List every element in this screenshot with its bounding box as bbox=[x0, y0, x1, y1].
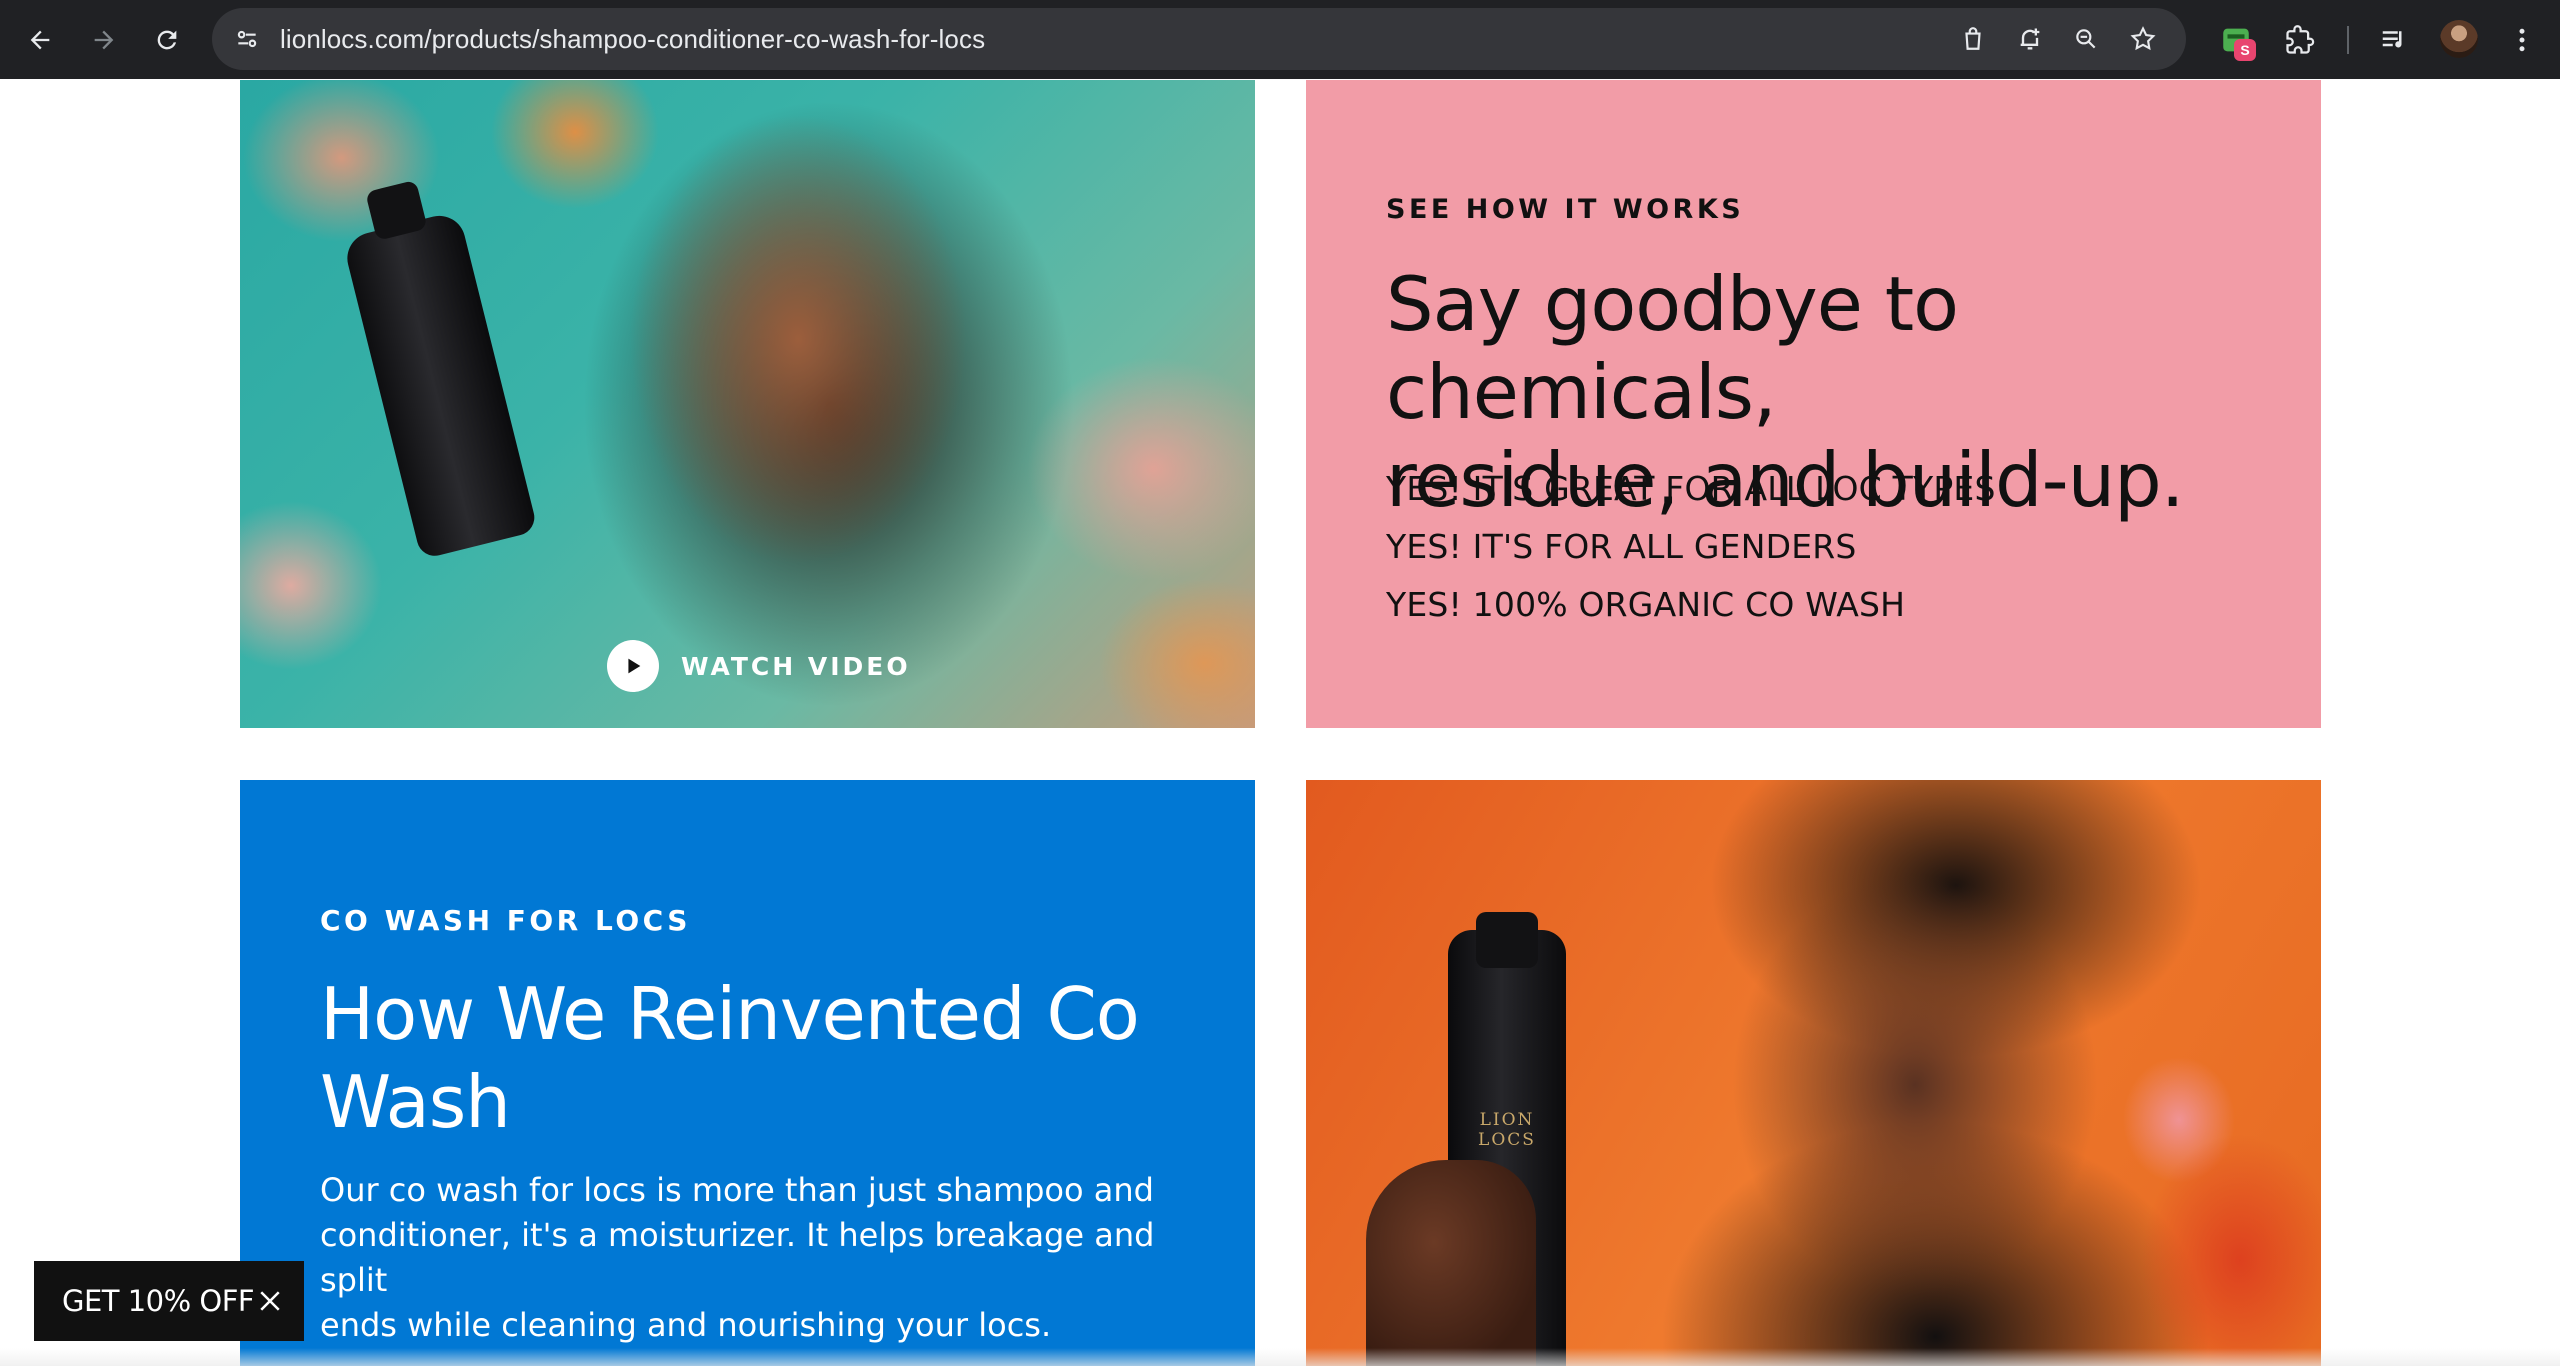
profile-avatar[interactable] bbox=[2440, 20, 2478, 58]
benefit-item: YES! 100% ORGANIC CO WASH bbox=[1386, 585, 1906, 624]
url-text[interactable]: lionlocs.com/products/shampoo-conditione… bbox=[280, 8, 985, 70]
headline-line: Wash bbox=[320, 1060, 511, 1144]
product-photo: LION LOCS bbox=[1306, 780, 2321, 1366]
media-control-icon[interactable] bbox=[2372, 18, 2416, 62]
hand-image bbox=[1366, 1160, 1536, 1366]
menu-kebab-icon[interactable] bbox=[2500, 18, 2544, 62]
reload-button[interactable] bbox=[143, 16, 191, 64]
extension-badge: S bbox=[2234, 39, 2256, 61]
body-line: Our co wash for locs is more than just s… bbox=[320, 1171, 1154, 1209]
watch-video-button[interactable]: WATCH VIDEO bbox=[607, 640, 911, 692]
co-wash-card: CO WASH FOR LOCS How We Reinvented Co Wa… bbox=[240, 780, 1255, 1366]
how-it-works-card: SEE HOW IT WORKS Say goodbye to chemical… bbox=[1306, 80, 2321, 728]
address-bar[interactable]: lionlocs.com/products/shampoo-conditione… bbox=[212, 8, 2186, 70]
section-eyebrow: SEE HOW IT WORKS bbox=[1386, 194, 1745, 225]
video-card[interactable]: WATCH VIDEO bbox=[240, 80, 1255, 728]
benefits-list: YES! IT'S GREAT FOR ALL LOC TYPES YES! I… bbox=[1386, 460, 1996, 634]
back-arrow-icon bbox=[30, 30, 50, 50]
discount-label[interactable]: GET 10% OFF bbox=[62, 1284, 255, 1318]
site-settings-icon[interactable] bbox=[230, 22, 264, 56]
body-line: conditioner, it's a moisturizer. It help… bbox=[320, 1216, 1155, 1299]
section-body: Our co wash for locs is more than just s… bbox=[320, 1168, 1160, 1348]
extensions-puzzle-icon[interactable] bbox=[2278, 18, 2322, 62]
section-headline: How We Reinvented Co Wash bbox=[320, 970, 1180, 1146]
price-tracking-icon[interactable] bbox=[2013, 22, 2047, 56]
reload-icon bbox=[157, 30, 177, 50]
back-button[interactable] bbox=[16, 16, 64, 64]
forward-button[interactable] bbox=[80, 16, 128, 64]
body-line: ends while cleaning and nourishing your … bbox=[320, 1306, 1052, 1344]
zoom-icon[interactable] bbox=[2069, 22, 2103, 56]
browser-toolbar: lionlocs.com/products/shampoo-conditione… bbox=[0, 0, 2560, 79]
section-eyebrow: CO WASH FOR LOCS bbox=[320, 904, 691, 937]
headline-line: Say goodbye to chemicals, bbox=[1386, 260, 1959, 436]
forward-arrow-icon bbox=[94, 30, 114, 50]
discount-popup[interactable]: GET 10% OFF bbox=[34, 1261, 304, 1341]
benefit-item: YES! IT'S FOR ALL GENDERS bbox=[1386, 527, 1857, 566]
toolbar-divider bbox=[2347, 26, 2349, 54]
close-icon[interactable] bbox=[252, 1283, 288, 1319]
headline-line: How We Reinvented Co bbox=[320, 972, 1140, 1056]
shampoo-bottle-image bbox=[341, 179, 539, 560]
benefit-item: YES! IT'S GREAT FOR ALL LOC TYPES bbox=[1386, 469, 1996, 508]
bookmark-star-icon[interactable] bbox=[2126, 22, 2160, 56]
play-icon[interactable] bbox=[607, 640, 659, 692]
watch-video-label[interactable]: WATCH VIDEO bbox=[681, 652, 911, 681]
shopping-bag-icon[interactable] bbox=[1956, 22, 1990, 56]
bottle-label: LION LOCS bbox=[1478, 1110, 1536, 1150]
page-bottom-fade bbox=[0, 1348, 2560, 1366]
